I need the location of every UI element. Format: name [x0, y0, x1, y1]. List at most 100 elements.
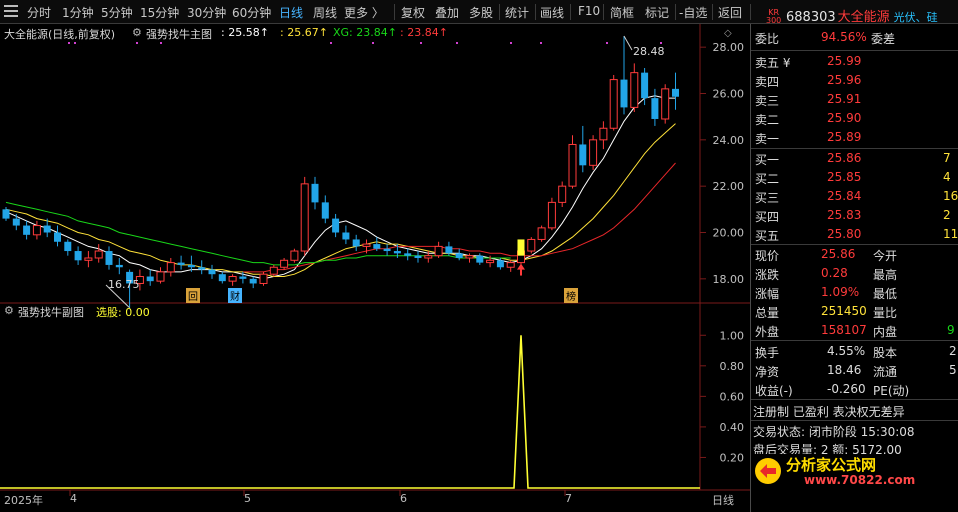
signal-dot — [660, 42, 662, 44]
signal-dot — [330, 42, 332, 44]
sell-row[interactable]: 卖二 25.90 — [751, 110, 958, 129]
time-label-5: 5 — [244, 492, 251, 505]
stat-row[interactable]: 现价 25.86 今开 — [751, 246, 958, 265]
indicator-gear-icon[interactable]: ⚙ — [132, 26, 142, 39]
y-tick-label: 20.00 — [713, 227, 745, 240]
y-tick-label: 28.00 — [713, 41, 745, 54]
buy-row[interactable]: 买五 25.80 11 — [751, 226, 958, 245]
watermark-logo: 分析家公式网 www.70822.com — [752, 454, 944, 488]
signal-dot — [540, 42, 542, 44]
stat-row[interactable]: 总量 251450 量比 — [751, 303, 958, 322]
indicator-value-yellow: : 25.67↑ — [280, 26, 328, 39]
sub-y-tick-label: 0.40 — [720, 421, 745, 434]
candle-body-down — [383, 248, 391, 252]
buy-row[interactable]: 买三 25.84 16 — [751, 188, 958, 207]
buy-row[interactable]: 买四 25.83 2 — [751, 207, 958, 226]
candle-body-down — [342, 232, 350, 240]
candle-body-up — [269, 266, 278, 275]
sector-tag[interactable]: 光伏、硅 — [894, 11, 938, 24]
mark-button[interactable]: 标记 — [645, 4, 669, 21]
sub-select-value: 选股: 0.00 — [96, 306, 150, 319]
buy-arrow-icon — [517, 263, 525, 270]
add-watchlist-button[interactable]: -自选 — [679, 4, 707, 21]
period-label[interactable]: 日线 — [712, 492, 734, 508]
tab-fenshi[interactable]: 分时 — [27, 4, 51, 21]
collapse-icon[interactable]: ◇ — [724, 28, 732, 39]
candle-body-up — [290, 250, 299, 261]
candle-body-up — [558, 185, 567, 203]
y-tick-label: 18.00 — [713, 273, 745, 286]
sub-y-tick-label: 1.00 — [720, 329, 745, 342]
buy-row[interactable]: 买二 25.85 4 — [751, 169, 958, 188]
signal-dot — [606, 42, 608, 44]
sell-row[interactable]: 卖三 25.91 — [751, 91, 958, 110]
candle-body-down — [321, 202, 329, 219]
sub-chart-title[interactable]: 强势找牛副图 — [18, 304, 84, 320]
candle-body-down — [64, 241, 72, 252]
restore-rights-button[interactable]: 复权 — [401, 4, 425, 21]
chart-area[interactable]: 18.00 20.00 22.00 24.00 26.00 28.00 0.20 0.40 0.… — [0, 24, 750, 512]
candle-body-up — [630, 72, 639, 108]
draw-line-button[interactable]: 画线 — [540, 4, 564, 21]
candle-body-down — [115, 264, 123, 268]
sub-y-tick-label: 0.80 — [720, 360, 745, 373]
sell-row[interactable]: 卖五 ¥25.99 — [751, 53, 958, 72]
trade-status: 交易状态: 闭市阶段 15:30:08 — [753, 425, 915, 439]
stat-row[interactable]: 净资 18.46 流通 5 — [751, 362, 958, 381]
tab-weekly[interactable]: 周线 — [313, 4, 337, 21]
buy-row[interactable]: 买一 25.86 7 — [751, 150, 958, 169]
candle-body-up — [94, 250, 103, 259]
select-signal-line — [0, 335, 700, 489]
candle-body-up — [32, 225, 41, 236]
tab-1min[interactable]: 1分钟 — [62, 4, 94, 21]
tab-15min[interactable]: 15分钟 — [140, 4, 179, 21]
f10-button[interactable]: F10 — [578, 4, 600, 18]
stat-row[interactable]: 涨幅 1.09% 最低 — [751, 284, 958, 303]
candle-body-down — [651, 98, 659, 119]
signal-dot — [136, 42, 138, 44]
event-marker-cai[interactable]: 财 — [228, 288, 242, 303]
sub-y-tick-label: 0.60 — [720, 390, 745, 403]
back-button[interactable]: 返回 — [718, 4, 742, 21]
stat-row[interactable]: 收益(-) -0.260 PE(动) — [751, 381, 958, 400]
statistics-button[interactable]: 统计 — [505, 4, 529, 21]
menu-icon[interactable] — [4, 5, 18, 19]
stat-row[interactable]: 外盘 158107 内盘 9 — [751, 322, 958, 341]
candle-body-down — [187, 264, 195, 268]
candle-body-down — [672, 88, 679, 97]
signal-dot — [68, 42, 70, 44]
candle-body-up — [568, 143, 577, 187]
event-marker-bang[interactable]: 榜 — [564, 288, 578, 303]
candle-body-down — [239, 276, 247, 279]
tab-daily[interactable]: 日线 — [279, 4, 303, 21]
sub-gear-icon[interactable]: ⚙ — [4, 304, 14, 317]
tab-30min[interactable]: 30分钟 — [187, 4, 226, 21]
indicator-value-red: : 23.84↑ — [400, 26, 448, 39]
simple-frame-button[interactable]: 简框 — [610, 4, 634, 21]
candle-body-up — [434, 245, 443, 257]
candle-body-down — [352, 239, 360, 247]
high-price-label: 28.48 — [633, 45, 665, 58]
candle-body-up — [228, 276, 237, 282]
candle-body-down — [105, 251, 113, 265]
candle-body-down — [311, 183, 319, 203]
weibi-row: 委比 94.56% 委差 — [755, 30, 896, 46]
candle-body-down — [455, 253, 463, 258]
candle-body-up — [486, 259, 495, 264]
stat-row[interactable]: 换手 4.55% 股本 2 — [751, 343, 958, 362]
indicator-name[interactable]: 强势找牛主图 — [146, 26, 212, 42]
top-toolbar: 分时 1分钟 5分钟 15分钟 30分钟 60分钟 日线 周线 更多 〉 复权 … — [0, 0, 958, 25]
stat-row[interactable]: 涨跌 0.28 最高 — [751, 265, 958, 284]
sell-row[interactable]: 卖四 25.96 — [751, 72, 958, 91]
sell-row[interactable]: 卖一 25.89 — [751, 129, 958, 148]
candle-body-up — [599, 127, 608, 141]
more-menu[interactable]: 更多 〉 — [344, 4, 384, 21]
multi-stock-button[interactable]: 多股 — [469, 4, 493, 21]
tab-5min[interactable]: 5分钟 — [101, 4, 133, 21]
candle-body-down — [23, 225, 31, 235]
tab-60min[interactable]: 60分钟 — [232, 4, 271, 21]
event-marker-hui[interactable]: 回 — [186, 288, 200, 303]
y-tick-label: 26.00 — [713, 88, 745, 101]
overlay-button[interactable]: 叠加 — [435, 4, 459, 21]
candle-body-up — [300, 183, 309, 252]
